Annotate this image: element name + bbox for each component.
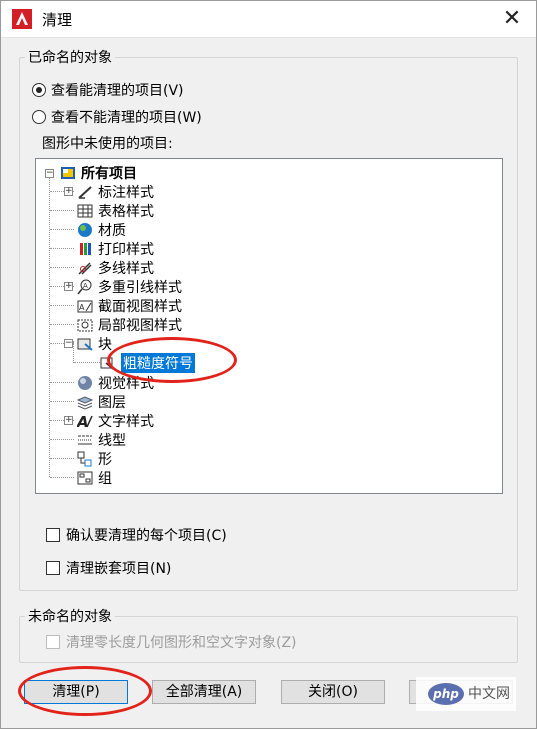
purge-all-button[interactable]: 全部清理(A) [152,680,256,704]
multileader-style-icon: A [77,279,92,294]
tree-label: 图形中未使用的项目: [42,136,173,152]
tree-item-label: 表格样式 [98,203,154,220]
close-icon: ✕ [502,6,522,31]
svg-text:A: A [79,303,85,312]
section-view-style-icon: A [77,300,93,312]
view-non-purgeable-radio[interactable] [32,110,46,124]
tree-root-label: 所有项目 [81,165,137,182]
unnamed-objects-label: 未命名的对象 [25,606,115,626]
tree-item-table-styles[interactable]: 表格样式 [77,201,154,220]
confirm-each-checkbox[interactable] [46,528,60,542]
plot-style-icon [80,242,91,255]
tree-item-label: 组 [98,470,112,487]
group-icon [77,471,93,484]
tree-item-label: 多线样式 [98,260,154,277]
close-button[interactable]: 关闭(O) [281,680,385,704]
root-collapse-toggle[interactable]: − [45,169,54,178]
tree-item-plot-styles[interactable]: 打印样式 [77,239,154,258]
multiline-style-icon [78,261,92,275]
watermark: php 中文网 [416,677,516,711]
view-non-purgeable-label: 查看不能清理的项目(W) [51,110,202,126]
named-objects-label: 已命名的对象 [25,47,115,67]
window-title: 清理 [42,11,73,29]
tree-item-section-view-styles[interactable]: A 截面视图样式 [77,296,182,315]
unused-items-tree[interactable]: − 所有项目 + 标注样式 表格样式 材质 打印样式 多线样式 + A 多重引线… [35,158,503,494]
tree-item-label: 标注样式 [98,184,154,201]
block-icon [77,338,93,351]
title-bar: 清理 ✕ [1,1,536,38]
watermark-text: 中文网 [468,686,510,702]
multileader-styles-expand-toggle[interactable]: + [64,282,73,291]
tree-item-layers[interactable]: 图层 [77,392,126,411]
tree-item-label: 截面视图样式 [98,298,182,315]
purge-zero-length-option: 清理零长度几何图形和空文字对象(Z) [46,632,297,652]
tree-item-text-styles[interactable]: A 文字样式 [77,411,154,430]
tree-item-label: 多重引线样式 [98,279,182,296]
purge-zero-length-checkbox [46,635,60,649]
tree-item-root[interactable]: 所有项目 [60,163,137,182]
tree-item-multileader-styles[interactable]: A 多重引线样式 [77,277,182,296]
view-purgeable-label: 查看能清理的项目(V) [51,83,184,99]
dimension-style-icon [78,185,92,199]
tree-item-detail-view-styles[interactable]: 局部视图样式 [77,315,182,334]
visual-style-icon [78,375,92,390]
material-sphere-icon [78,222,92,237]
php-logo: php [428,683,464,705]
tree-item-label: 线型 [98,432,126,449]
tree-item-shapes[interactable]: 形 [77,449,112,468]
linetype-icon [78,435,92,444]
tree-item-label: 打印样式 [98,241,154,258]
shape-icon [77,451,92,466]
tree-item-label: 局部视图样式 [98,317,182,334]
detail-view-style-icon [77,319,93,331]
svg-text:A: A [83,282,88,290]
close-window-button[interactable]: ✕ [498,5,526,33]
layers-icon [77,395,93,410]
tree-item-label: 图层 [98,394,126,411]
purge-nested-option[interactable]: 清理嵌套项目(N) [46,558,171,578]
view-purgeable-radio[interactable] [32,83,46,97]
all-items-icon [61,166,75,179]
tree-item-blocks[interactable]: 块 [77,334,112,353]
tree-item-linetypes[interactable]: 线型 [77,430,126,449]
purge-nested-label: 清理嵌套项目(N) [66,561,172,577]
tree-item-label: 块 [98,336,112,353]
blocks-collapse-toggle[interactable]: − [64,339,73,348]
purge-button-annotation-circle [18,666,152,716]
tree-item-multiline-styles[interactable]: 多线样式 [77,258,154,277]
tree-item-label: 形 [98,451,112,468]
selected-item-annotation-circle [107,337,237,383]
purge-nested-checkbox[interactable] [46,561,60,575]
view-non-purgeable-option[interactable]: 查看不能清理的项目(W) [32,107,202,127]
confirm-each-label: 确认要清理的每个项目(C) [66,528,227,544]
tree-item-label: 材质 [98,222,126,239]
purge-dialog: 清理 ✕ 已命名的对象 查看能清理的项目(V) 查看不能清理的项目(W) 图形中… [0,0,537,729]
purge-zero-length-label: 清理零长度几何图形和空文字对象(Z) [66,635,297,651]
dimension-styles-expand-toggle[interactable]: + [64,187,73,196]
view-purgeable-option[interactable]: 查看能清理的项目(V) [32,80,184,100]
text-style-icon: A [77,413,93,429]
table-style-icon [77,204,93,217]
confirm-each-option[interactable]: 确认要清理的每个项目(C) [46,525,227,545]
autocad-logo-icon [12,9,32,29]
tree-item-materials[interactable]: 材质 [77,220,126,239]
tree-item-label: 文字样式 [98,413,154,430]
tree-item-dimension-styles[interactable]: 标注样式 [77,182,154,201]
tree-item-groups[interactable]: 组 [77,468,112,487]
text-styles-expand-toggle[interactable]: + [64,416,73,425]
